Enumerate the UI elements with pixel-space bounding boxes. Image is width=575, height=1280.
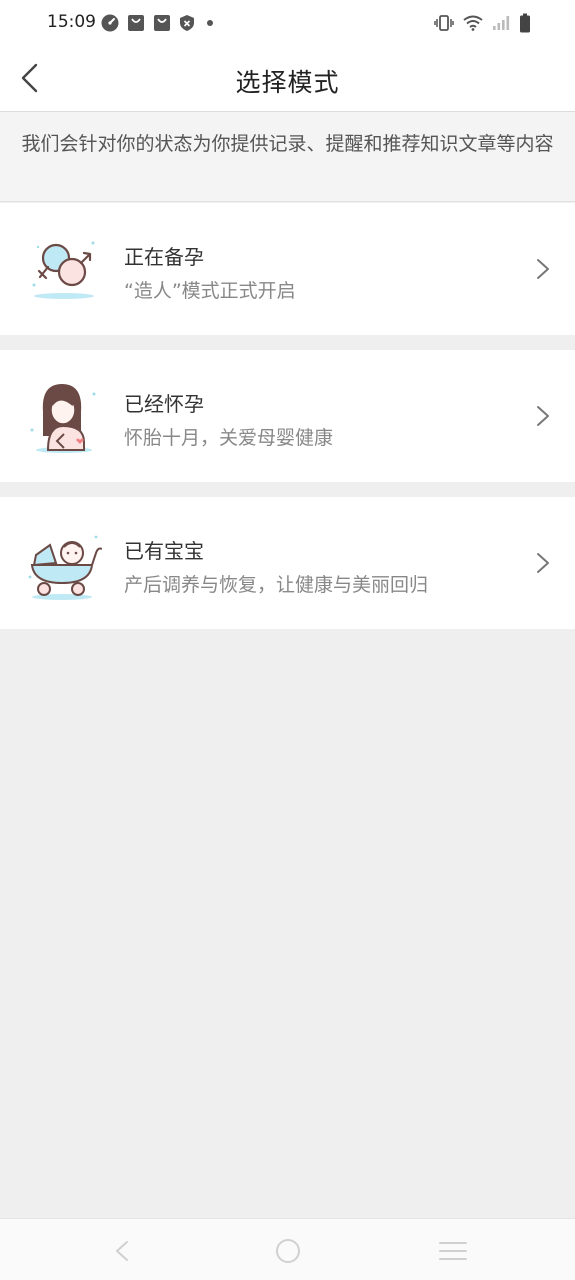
chevron-right-icon — [537, 259, 549, 279]
mode-title: 已有宝宝 — [124, 539, 204, 563]
shopping-bag-icon — [154, 15, 170, 31]
baby-stroller-icon — [28, 535, 102, 600]
header: 选择模式 — [0, 46, 575, 112]
nav-back-icon[interactable] — [110, 1239, 134, 1263]
vibrate-icon — [434, 15, 454, 31]
dot-icon — [207, 20, 213, 26]
system-nav-bar — [0, 1218, 575, 1280]
mode-subtitle: 怀胎十月，关爱母婴健康 — [124, 427, 334, 449]
status-right-icons — [434, 13, 531, 33]
status-left-icons — [101, 13, 217, 33]
nav-home-icon[interactable] — [275, 1238, 301, 1264]
mode-subtitle: “造人”模式正式开启 — [124, 280, 296, 302]
chevron-right-icon — [537, 406, 549, 426]
page-title: 选择模式 — [235, 68, 340, 97]
status-bar: 15:09 — [0, 0, 575, 46]
battery-icon — [520, 13, 530, 33]
chevron-right-icon — [537, 553, 549, 573]
wifi-icon — [463, 15, 483, 31]
mode-option-has-baby[interactable]: 已有宝宝 产后调养与恢复，让健康与美丽回归 — [0, 497, 575, 629]
signal-icon — [493, 16, 510, 30]
mode-subtitle: 产后调养与恢复，让健康与美丽回归 — [124, 574, 429, 596]
status-time: 15:09 — [47, 12, 96, 32]
speedometer-icon — [101, 14, 119, 32]
notice-text: 我们会针对你的状态为你提供记录、提醒和推荐知识文章等内容 — [0, 112, 575, 202]
mode-title: 已经怀孕 — [124, 392, 204, 416]
gender-symbols-icon — [32, 241, 95, 299]
shopping-bag-icon — [128, 15, 144, 31]
mode-option-preparing[interactable]: 正在备孕 “造人”模式正式开启 — [0, 203, 575, 335]
shield-icon — [180, 15, 194, 31]
nav-menu-icon[interactable] — [439, 1241, 467, 1261]
pregnant-woman-icon — [30, 384, 96, 453]
mode-option-pregnant[interactable]: 已经怀孕 怀胎十月，关爱母婴健康 — [0, 350, 575, 482]
mode-title: 正在备孕 — [124, 245, 204, 269]
